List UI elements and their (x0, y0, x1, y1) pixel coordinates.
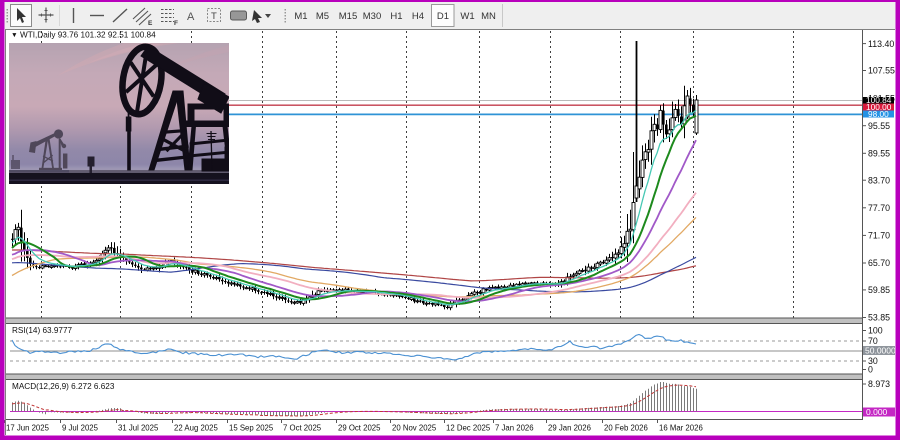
svg-text:83.70: 83.70 (868, 175, 890, 185)
svg-text:M15: M15 (339, 11, 357, 22)
svg-text:95.55: 95.55 (868, 121, 890, 131)
svg-text:F: F (174, 20, 178, 27)
svg-text:89.55: 89.55 (868, 149, 890, 159)
svg-text:MN: MN (481, 11, 496, 22)
svg-text:H1: H1 (390, 11, 402, 22)
svg-text:20 Nov 2025: 20 Nov 2025 (392, 424, 437, 433)
svg-text:M1: M1 (294, 11, 307, 22)
svg-text:16 Mar 2026: 16 Mar 2026 (659, 424, 703, 433)
svg-text:20 Feb 2026: 20 Feb 2026 (604, 424, 648, 433)
svg-text:65.70: 65.70 (868, 258, 890, 268)
svg-text:M5: M5 (316, 11, 329, 22)
svg-text:12 Dec 2025: 12 Dec 2025 (446, 424, 491, 433)
svg-text:WTI,Daily 93.76 101.32 92.51: WTI,Daily 93.76 101.32 92.51 100.84 (20, 31, 156, 40)
svg-text:▼: ▼ (11, 32, 18, 39)
svg-text:31 Jul 2025: 31 Jul 2025 (118, 424, 159, 433)
svg-text:E: E (148, 20, 153, 27)
svg-text:D1: D1 (437, 11, 449, 22)
svg-text:29 Oct 2025: 29 Oct 2025 (338, 424, 381, 433)
svg-text:59.85: 59.85 (868, 285, 890, 295)
svg-text:0.000: 0.000 (866, 407, 888, 417)
svg-text:113.40: 113.40 (868, 39, 894, 49)
svg-text:9 Jul 2025: 9 Jul 2025 (62, 424, 99, 433)
svg-text:100: 100 (868, 326, 883, 336)
svg-text:22 Aug 2025: 22 Aug 2025 (174, 424, 218, 433)
svg-text:W1: W1 (460, 11, 474, 22)
svg-text:MACD(12,26,9) 6.272 6.623: MACD(12,26,9) 6.272 6.623 (12, 382, 115, 391)
svg-text:8.973: 8.973 (868, 379, 890, 389)
svg-text:29 Jan 2026: 29 Jan 2026 (548, 424, 591, 433)
svg-text:53.85: 53.85 (868, 313, 890, 323)
svg-text:7 Jan 2026: 7 Jan 2026 (495, 424, 534, 433)
svg-text:71.70: 71.70 (868, 231, 890, 241)
svg-text:17 Jun 2025: 17 Jun 2025 (6, 424, 50, 433)
svg-text:7 Oct 2025: 7 Oct 2025 (283, 424, 322, 433)
svg-text:98.00: 98.00 (868, 109, 889, 119)
svg-text:RSI(14) 63.9777: RSI(14) 63.9777 (12, 326, 73, 335)
svg-text:H4: H4 (412, 11, 424, 22)
svg-text:15 Sep 2025: 15 Sep 2025 (229, 424, 274, 433)
svg-text:T: T (211, 11, 217, 22)
svg-text:50.0000: 50.0000 (865, 346, 896, 356)
svg-text:107.55: 107.55 (868, 66, 895, 76)
svg-text:77.70: 77.70 (868, 203, 890, 213)
svg-text:M30: M30 (363, 11, 381, 22)
svg-text:0: 0 (868, 365, 873, 375)
svg-text:A: A (187, 11, 195, 23)
